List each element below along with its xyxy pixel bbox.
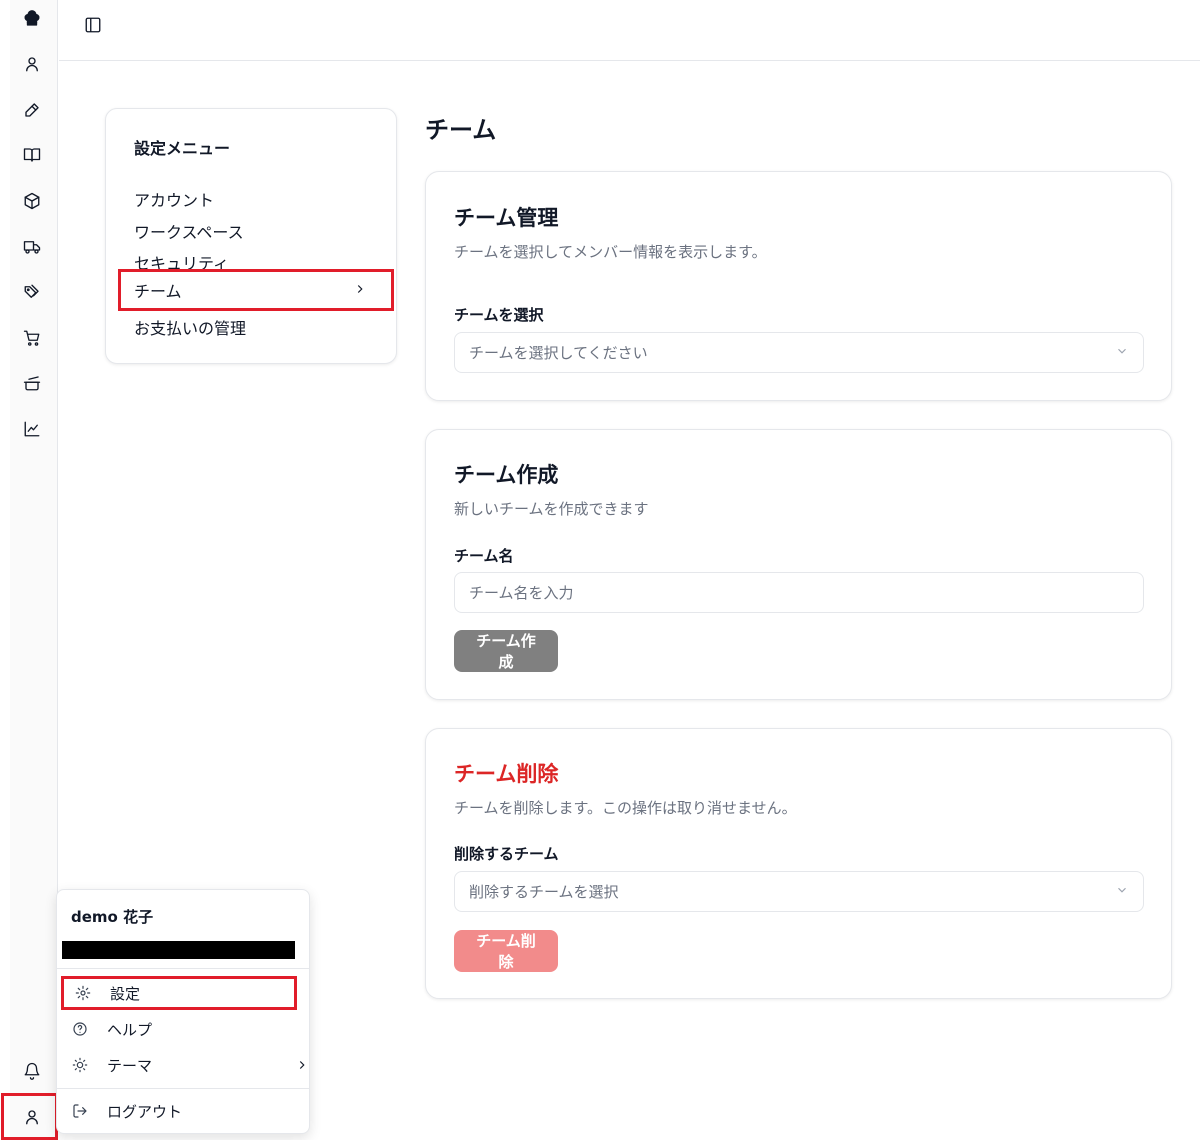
team-select[interactable]: チームを選択してください [454, 332, 1144, 373]
team-manage-title: チーム管理 [454, 206, 559, 230]
top-bar [59, 0, 1200, 61]
menu-item-help[interactable]: ヘルプ [61, 1012, 297, 1046]
settings-menu: 設定メニュー アカウント ワークスペース セキュリティ チーム お支払いの管理 [105, 108, 397, 364]
team-name-label: チーム名 [454, 547, 514, 565]
gear-icon [74, 984, 92, 1002]
delete-team-label: 削除するチーム [454, 845, 559, 863]
delete-team-placeholder: 削除するチームを選択 [469, 883, 619, 901]
menu-item-settings[interactable]: 設定 [61, 976, 297, 1010]
menu-item-team[interactable]: チーム [118, 269, 394, 311]
chevron-right-icon [353, 281, 367, 300]
icon-rail [10, 0, 58, 1140]
team-name-placeholder: チーム名を入力 [469, 584, 574, 602]
book-icon[interactable] [21, 144, 43, 166]
team-create-description: 新しいチームを作成できます [454, 500, 649, 518]
team-manage-description: チームを選択してメンバー情報を表示します。 [454, 243, 767, 261]
divider [57, 1088, 309, 1089]
truck-icon[interactable] [21, 236, 43, 258]
sidebar-toggle-icon[interactable] [84, 16, 104, 36]
help-label: ヘルプ [107, 1020, 153, 1039]
menu-item-billing[interactable]: お支払いの管理 [134, 315, 246, 339]
chevron-down-icon [1115, 883, 1129, 901]
delete-team-select[interactable]: 削除するチームを選択 [454, 871, 1144, 912]
theme-label: テーマ [107, 1056, 153, 1075]
settings-menu-title: 設定メニュー [134, 139, 231, 158]
cart-icon[interactable] [21, 327, 43, 349]
pen-icon[interactable] [21, 99, 43, 121]
logout-icon [71, 1102, 89, 1120]
menu-item-team-label: チーム [134, 282, 182, 301]
settings-label: 設定 [110, 984, 141, 1003]
menu-item-workspace[interactable]: ワークスペース [134, 219, 244, 243]
cooking-pot-icon[interactable] [21, 372, 43, 394]
logout-label: ログアウト [107, 1102, 183, 1121]
menu-item-theme[interactable]: テーマ [61, 1048, 305, 1082]
user-icon[interactable] [21, 53, 43, 75]
chevron-down-icon [1115, 344, 1129, 362]
user-menu-popover: demo 花子 設定 ヘルプ テーマ ログアウト [56, 889, 310, 1134]
chef-hat-icon[interactable] [21, 8, 43, 30]
user-button-highlight [1, 1093, 58, 1140]
box-icon[interactable] [21, 190, 43, 212]
chart-line-icon[interactable] [21, 418, 43, 440]
bell-icon[interactable] [21, 1060, 43, 1082]
team-create-card: チーム作成 新しいチームを作成できます チーム名 チーム名を入力 チーム作成 [425, 429, 1172, 700]
user-name: demo 花子 [71, 908, 154, 926]
redacted-email [62, 941, 295, 959]
tags-icon[interactable] [21, 281, 43, 303]
chevron-right-icon [295, 1058, 309, 1072]
divider [57, 968, 309, 969]
team-name-input[interactable]: チーム名を入力 [454, 572, 1144, 613]
create-team-button[interactable]: チーム作成 [454, 630, 558, 672]
help-circle-icon [71, 1020, 89, 1038]
team-delete-title: チーム削除 [454, 762, 559, 786]
sun-icon [71, 1056, 89, 1074]
team-manage-card: チーム管理 チームを選択してメンバー情報を表示します。 チームを選択 チームを選… [425, 171, 1172, 401]
team-select-placeholder: チームを選択してください [469, 344, 648, 362]
menu-item-logout[interactable]: ログアウト [61, 1094, 297, 1128]
menu-item-account[interactable]: アカウント [134, 187, 214, 211]
team-select-label: チームを選択 [454, 306, 544, 324]
team-create-title: チーム作成 [454, 463, 559, 487]
delete-team-button[interactable]: チーム削除 [454, 930, 558, 972]
page-title: チーム [425, 116, 497, 144]
team-delete-card: チーム削除 チームを削除します。この操作は取り消せません。 削除するチーム 削除… [425, 728, 1172, 999]
team-delete-description: チームを削除します。この操作は取り消せません。 [454, 799, 797, 817]
